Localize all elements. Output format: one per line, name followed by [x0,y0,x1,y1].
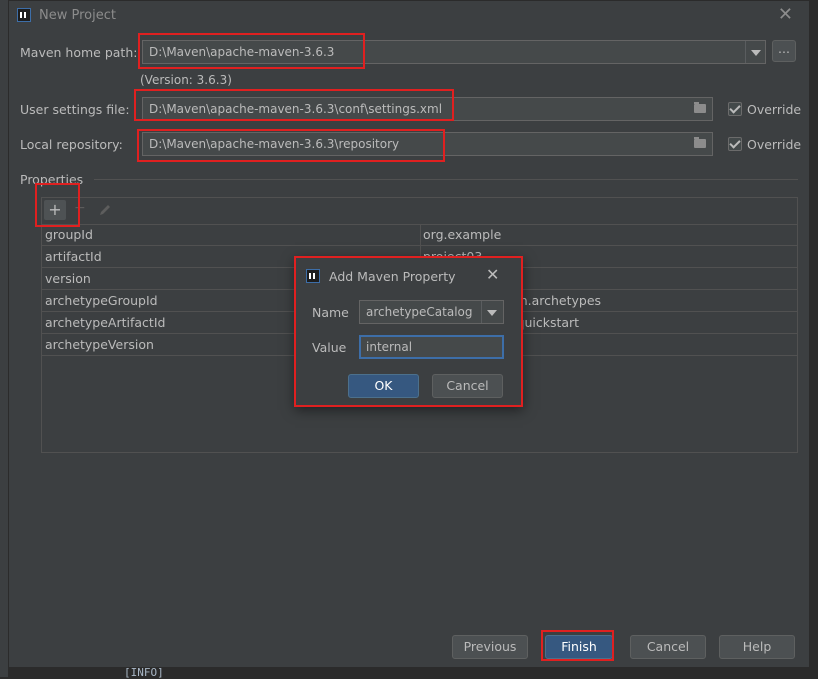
help-button[interactable]: Help [719,635,795,659]
cancel-button[interactable]: Cancel [630,635,706,659]
window-title: New Project [39,8,116,23]
intellij-logo-icon [306,269,320,283]
previous-button[interactable]: Previous [452,635,528,659]
chevron-down-icon[interactable] [745,41,765,63]
chevron-down-icon[interactable] [481,301,503,323]
add-property-button[interactable]: + [44,200,66,220]
add-maven-property-dialog: Add Maven Property ✕ Name archetypeCatal… [295,256,523,406]
user-settings-value: D:\Maven\apache-maven-3.6.3\conf\setting… [149,102,443,116]
folder-icon[interactable] [694,102,706,113]
property-key: archetypeVersion [45,337,154,352]
property-key: version [45,271,91,286]
maven-version-text: (Version: 3.6.3) [140,73,232,87]
popup-title: Add Maven Property [329,269,456,284]
property-value: en.archetypes [512,293,602,308]
name-label: Name [312,305,349,320]
property-key: archetypeGroupId [45,293,158,308]
close-icon[interactable]: ✕ [778,4,793,25]
close-icon[interactable]: ✕ [486,265,499,284]
local-repo-label: Local repository: [20,137,123,152]
value-label: Value [312,340,347,355]
local-repo-value: D:\Maven\apache-maven-3.6.3\repository [149,137,400,151]
maven-home-value: D:\Maven\apache-maven-3.6.3 [149,45,335,59]
properties-toolbar: + − [42,198,797,225]
ide-gutter [0,0,8,677]
property-key: archetypeArtifactId [45,315,166,330]
popup-cancel-button[interactable]: Cancel [432,374,503,398]
property-name-combobox[interactable]: archetypeCatalog [359,300,504,324]
folder-icon[interactable] [694,137,706,148]
user-settings-label: User settings file: [20,102,130,117]
property-key: artifactId [45,249,102,264]
property-value-text: internal [366,340,413,354]
title-bar: New Project ✕ [9,1,809,31]
maven-home-label: Maven home path: [20,45,138,60]
property-value-input[interactable]: internal [359,335,504,359]
remove-property-button[interactable]: − [74,200,86,216]
user-settings-override-checkbox[interactable] [728,102,742,116]
local-repo-field[interactable]: D:\Maven\apache-maven-3.6.3\repository [142,132,713,156]
edit-pencil-icon[interactable] [98,203,112,217]
user-settings-field[interactable]: D:\Maven\apache-maven-3.6.3\conf\setting… [142,97,713,121]
intellij-logo-icon [17,8,31,22]
finish-button[interactable]: Finish [545,635,613,659]
property-name-value: archetypeCatalog [366,305,473,319]
section-divider [94,179,798,180]
properties-label: Properties [20,172,84,187]
property-key: groupId [45,227,93,242]
ok-button[interactable]: OK [348,374,419,398]
local-repo-override-checkbox[interactable] [728,137,742,151]
local-repo-override-label: Override [747,137,802,152]
maven-home-combobox[interactable]: D:\Maven\apache-maven-3.6.3 [142,40,766,64]
property-value: org.example [423,227,502,242]
user-settings-override-label: Override [747,102,802,117]
browse-button[interactable]: ... [772,40,796,62]
